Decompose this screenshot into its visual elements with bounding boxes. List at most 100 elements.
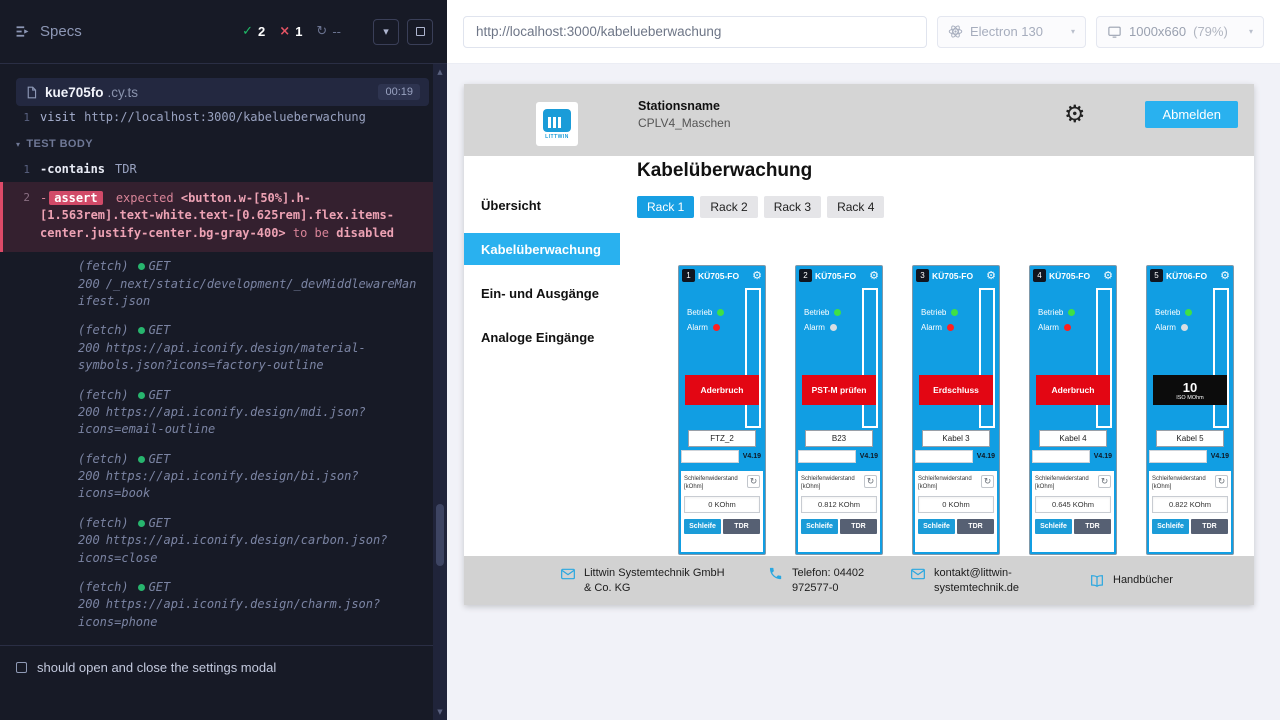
- command-contains[interactable]: 1 -containsTDR: [0, 158, 433, 180]
- version-box: [798, 450, 856, 463]
- betrieb-led: [951, 309, 958, 316]
- tab-rack-3[interactable]: Rack 3: [764, 196, 821, 218]
- specs-list-icon: [14, 23, 31, 40]
- sidebar-item-analoge-eingaenge[interactable]: Analoge Eingänge: [464, 321, 620, 353]
- schleife-button[interactable]: Schleife: [1035, 519, 1072, 534]
- url-input[interactable]: [463, 16, 927, 48]
- assert-tobe: to be: [293, 226, 329, 240]
- tdr-button[interactable]: TDR: [957, 519, 994, 534]
- refresh-icon: ↻: [316, 24, 327, 39]
- specs-menu-button[interactable]: Specs: [14, 23, 82, 40]
- gear-icon[interactable]: ⚙: [1103, 270, 1113, 281]
- schleife-button[interactable]: Schleife: [801, 519, 838, 534]
- fetch-url: https://api.iconify.design/carbon.json?i…: [78, 533, 387, 564]
- fetch-tag: (fetch): [78, 452, 129, 466]
- station-label: Stationsname: [638, 99, 731, 113]
- cable-name-field[interactable]: B23: [805, 430, 873, 447]
- scroll-down-icon[interactable]: ▼: [433, 708, 447, 716]
- fetch-tag: (fetch): [78, 580, 129, 594]
- scrollbar-thumb[interactable]: [436, 504, 444, 566]
- resistance-panel: Schleifenwiderstand [kOhm] ↻ 0 KOhm Schl…: [915, 471, 997, 552]
- device-card: 3 KÜ705-FO ⚙ Betrieb Alarm Erdschluss Ka…: [912, 265, 1000, 555]
- tab-rack-2[interactable]: Rack 2: [700, 196, 757, 218]
- schleife-button[interactable]: Schleife: [1152, 519, 1189, 534]
- level-indicator: [979, 288, 995, 428]
- card-status: Erdschluss: [919, 375, 993, 405]
- tab-rack-4[interactable]: Rack 4: [827, 196, 884, 218]
- device-card: 1 KÜ705-FO ⚙ Betrieb Alarm Aderbruch FTZ…: [678, 265, 766, 555]
- fetch-log-row[interactable]: (fetch)GET 200https://api.iconify.design…: [0, 316, 433, 380]
- resistance-panel: Schleifenwiderstand [kOhm] ↻ 0.645 KOhm …: [1032, 471, 1114, 552]
- cable-name-field[interactable]: Kabel 4: [1039, 430, 1107, 447]
- spec-extension: .cy.ts: [108, 85, 139, 100]
- refresh-icon[interactable]: ↻: [981, 475, 994, 488]
- command-visit[interactable]: 1 visithttp://localhost:3000/kabelueberw…: [0, 106, 433, 128]
- viewport-selector[interactable]: 1000x660 (79%) ▾: [1096, 16, 1264, 48]
- fetch-log-row[interactable]: (fetch)GET 200https://api.iconify.design…: [0, 445, 433, 509]
- fetch-log-row[interactable]: (fetch)GET 200https://api.iconify.design…: [0, 381, 433, 445]
- gear-icon[interactable]: ⚙: [869, 270, 879, 281]
- refresh-icon[interactable]: ↻: [864, 475, 877, 488]
- status-text: Aderbruch: [1052, 385, 1095, 395]
- command-number: 1: [0, 162, 40, 176]
- fetch-log-row[interactable]: (fetch)GET 200https://api.iconify.design…: [0, 509, 433, 573]
- cross-icon: ×: [279, 24, 290, 39]
- phone-icon: [768, 566, 784, 582]
- refresh-icon[interactable]: ↻: [1098, 475, 1111, 488]
- specs-label: Specs: [40, 23, 82, 40]
- logout-button[interactable]: Abmelden: [1145, 101, 1238, 128]
- tdr-button[interactable]: TDR: [840, 519, 877, 534]
- betrieb-label: Betrieb: [921, 308, 946, 317]
- tdr-button[interactable]: TDR: [1191, 519, 1228, 534]
- gear-icon[interactable]: ⚙: [986, 270, 996, 281]
- test-body-header[interactable]: ▾ TEST BODY: [0, 128, 433, 158]
- resistance-panel: Schleifenwiderstand [kOhm] ↻ 0.812 KOhm …: [798, 471, 880, 552]
- alarm-led: [947, 324, 954, 331]
- spec-file-bar[interactable]: kue705fo .cy.ts 00:19: [16, 78, 429, 106]
- status-text: Aderbruch: [701, 385, 744, 395]
- fetch-log-row[interactable]: (fetch)GET 200https://api.iconify.design…: [0, 573, 433, 637]
- gear-icon[interactable]: ⚙: [1220, 270, 1230, 281]
- book-icon: [1089, 573, 1105, 589]
- cable-name-field[interactable]: Kabel 3: [922, 430, 990, 447]
- refresh-icon[interactable]: ↻: [747, 475, 760, 488]
- sidebar-item-kabelueberwachung[interactable]: Kabelüberwachung: [464, 233, 620, 265]
- gear-icon[interactable]: ⚙: [752, 270, 762, 281]
- cable-name-field[interactable]: Kabel 5: [1156, 430, 1224, 447]
- next-test-row[interactable]: should open and close the settings modal: [0, 645, 433, 720]
- stop-tests-button[interactable]: [407, 19, 433, 45]
- tdr-button[interactable]: TDR: [723, 519, 760, 534]
- collapse-runner-button[interactable]: ▾: [373, 19, 399, 45]
- sidebar-item-uebersicht[interactable]: Übersicht: [464, 189, 620, 221]
- browser-selector[interactable]: Electron 130 ▾: [937, 16, 1086, 48]
- card-number: 4: [1033, 269, 1046, 282]
- status-ok-dot: [138, 392, 145, 399]
- spec-timer: 00:19: [378, 84, 420, 100]
- version-label: V4.19: [1094, 453, 1114, 460]
- company-name: Littwin Systemtechnik GmbH & Co. KG: [584, 566, 734, 596]
- tdr-button[interactable]: TDR: [1074, 519, 1111, 534]
- schleife-button[interactable]: Schleife: [918, 519, 955, 534]
- app-under-test: LITTWIN Stationsname CPLV4_Maschen ⚙ Abm…: [464, 84, 1254, 605]
- cable-name-field[interactable]: FTZ_2: [688, 430, 756, 447]
- alarm-label: Alarm: [687, 323, 708, 332]
- version-box: [915, 450, 973, 463]
- fetch-log-row[interactable]: (fetch)GET 200/_next/static/development/…: [0, 252, 433, 316]
- alarm-led: [830, 324, 837, 331]
- scrollbar[interactable]: ▲ ▼: [433, 64, 447, 720]
- alarm-label: Alarm: [921, 323, 942, 332]
- footer-phone: Telefon: 04402 972577-0: [768, 566, 876, 596]
- contact-mail-icon: [560, 566, 576, 582]
- failed-assert-command[interactable]: 2 -assert expected <button.w-[50%].h-[1.…: [0, 182, 433, 252]
- card-number: 3: [916, 269, 929, 282]
- littwin-logo: LITTWIN: [536, 102, 578, 146]
- phone-number: Telefon: 04402 972577-0: [792, 566, 876, 596]
- footer-manuals-link[interactable]: Handbücher: [1089, 573, 1173, 589]
- refresh-icon[interactable]: ↻: [1215, 475, 1228, 488]
- sidebar-item-ein-und-ausgaenge[interactable]: Ein- und Ausgänge: [464, 277, 620, 309]
- tab-rack-1[interactable]: Rack 1: [637, 196, 694, 218]
- settings-gear-icon[interactable]: ⚙: [1064, 102, 1086, 126]
- scroll-up-icon[interactable]: ▲: [433, 68, 447, 76]
- test-icon: [16, 662, 27, 673]
- schleife-button[interactable]: Schleife: [684, 519, 721, 534]
